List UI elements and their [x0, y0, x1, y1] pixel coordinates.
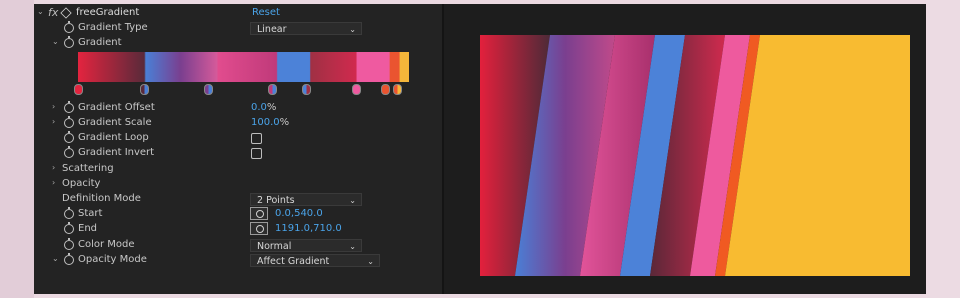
- gradient-stop-handle[interactable]: [140, 84, 149, 95]
- stopwatch-icon[interactable]: [64, 101, 74, 113]
- gradient-loop-checkbox[interactable]: [251, 133, 262, 144]
- gradient-label: Gradient: [78, 37, 122, 48]
- gradient-scale-label: Gradient Scale: [78, 117, 152, 128]
- composition-viewer: [444, 4, 926, 294]
- point-picker-icon[interactable]: [250, 207, 268, 220]
- gradient-stop-handle[interactable]: [381, 84, 390, 95]
- gradient-invert-label: Gradient Invert: [78, 147, 155, 158]
- chevron-down-icon[interactable]: ⌄: [37, 7, 44, 16]
- gradient-stop-handle[interactable]: [302, 84, 311, 95]
- stopwatch-icon[interactable]: [64, 253, 74, 265]
- start-value[interactable]: 0.0,540.0: [275, 208, 323, 219]
- composition-frame[interactable]: [480, 35, 910, 276]
- background-right: [926, 0, 960, 298]
- chevron-down-icon[interactable]: ⌄: [52, 254, 59, 263]
- gradient-invert-row: Gradient Invert: [34, 146, 442, 161]
- chevron-down-icon: ⌄: [349, 25, 356, 34]
- effect-header-row: ⌄ fx freeGradient Reset: [34, 6, 442, 21]
- end-row: End 1191.0,710.0: [34, 222, 442, 237]
- stopwatch-icon[interactable]: [64, 207, 74, 219]
- opacity-mode-value: Affect Gradient: [257, 256, 330, 267]
- stopwatch-icon[interactable]: [64, 222, 74, 234]
- color-mode-label: Color Mode: [78, 239, 135, 250]
- effect-name: freeGradient: [76, 7, 140, 18]
- definition-mode-label: Definition Mode: [62, 193, 141, 204]
- stopwatch-icon[interactable]: [64, 146, 74, 158]
- opacity-group-row[interactable]: › Opacity: [34, 177, 442, 192]
- chevron-right-icon[interactable]: ›: [52, 178, 55, 187]
- stopwatch-icon[interactable]: [64, 238, 74, 250]
- gradient-type-row: Gradient Type Linear ⌄: [34, 21, 442, 36]
- gradient-offset-row: › Gradient Offset 0.0%: [34, 101, 442, 116]
- scattering-label: Scattering: [62, 163, 114, 174]
- effect-controls-panel: ⌄ fx freeGradient Reset Gradient Type Li…: [34, 4, 442, 294]
- gradient-loop-row: Gradient Loop: [34, 131, 442, 146]
- opacity-mode-dropdown[interactable]: Affect Gradient ⌄: [250, 254, 380, 267]
- end-label: End: [78, 223, 98, 234]
- definition-mode-row: Definition Mode 2 Points ⌄: [34, 192, 442, 207]
- color-mode-dropdown[interactable]: Normal ⌄: [250, 239, 362, 252]
- gradient-offset-label: Gradient Offset: [78, 102, 155, 113]
- gradient-loop-label: Gradient Loop: [78, 132, 149, 143]
- after-effects-window: ⌄ fx freeGradient Reset Gradient Type Li…: [34, 4, 926, 294]
- start-row: Start 0.0,540.0: [34, 207, 442, 222]
- gradient-type-value: Linear: [257, 24, 287, 35]
- gradient-invert-checkbox[interactable]: [251, 148, 262, 159]
- chevron-down-icon: ⌄: [349, 196, 356, 205]
- scattering-group-row[interactable]: › Scattering: [34, 162, 442, 177]
- background-left: [0, 0, 34, 298]
- opacity-mode-row: ⌄ Opacity Mode Affect Gradient ⌄: [34, 253, 442, 268]
- gradient-scale-row: › Gradient Scale 100.0%: [34, 116, 442, 131]
- opacity-mode-label: Opacity Mode: [78, 254, 147, 265]
- gradient-stop-handle[interactable]: [393, 84, 402, 95]
- stopwatch-icon[interactable]: [64, 116, 74, 128]
- gradient-stop-handle[interactable]: [268, 84, 277, 95]
- gradient-stop-handle[interactable]: [74, 84, 83, 95]
- gradient-row: ⌄ Gradient: [34, 36, 442, 51]
- gradient-type-label: Gradient Type: [78, 22, 148, 33]
- end-value[interactable]: 1191.0,710.0: [275, 223, 342, 234]
- cube-icon: [60, 7, 72, 19]
- point-picker-icon[interactable]: [250, 222, 268, 235]
- chevron-down-icon: ⌄: [367, 257, 374, 266]
- chevron-down-icon[interactable]: ⌄: [52, 37, 59, 46]
- chevron-right-icon[interactable]: ›: [52, 117, 55, 126]
- reset-button[interactable]: Reset: [252, 7, 280, 18]
- stopwatch-icon[interactable]: [64, 21, 74, 33]
- chevron-right-icon[interactable]: ›: [52, 102, 55, 111]
- chevron-right-icon[interactable]: ›: [52, 163, 55, 172]
- stopwatch-icon[interactable]: [64, 131, 74, 143]
- gradient-type-dropdown[interactable]: Linear ⌄: [250, 22, 362, 35]
- gradient-render: [480, 35, 910, 276]
- opacity-label: Opacity: [62, 178, 101, 189]
- gradient-editor-bar[interactable]: [78, 52, 409, 82]
- fx-icon[interactable]: fx: [48, 6, 58, 19]
- stopwatch-icon[interactable]: [64, 36, 74, 48]
- chevron-down-icon: ⌄: [349, 242, 356, 251]
- gradient-scale-value[interactable]: 100.0%: [251, 117, 289, 128]
- gradient-stop-handle[interactable]: [352, 84, 361, 95]
- definition-mode-dropdown[interactable]: 2 Points ⌄: [250, 193, 362, 206]
- color-mode-value: Normal: [257, 241, 292, 252]
- start-label: Start: [78, 208, 103, 219]
- definition-mode-value: 2 Points: [257, 195, 295, 206]
- gradient-offset-value[interactable]: 0.0%: [251, 102, 276, 113]
- color-mode-row: Color Mode Normal ⌄: [34, 238, 442, 253]
- gradient-stop-handle[interactable]: [204, 84, 213, 95]
